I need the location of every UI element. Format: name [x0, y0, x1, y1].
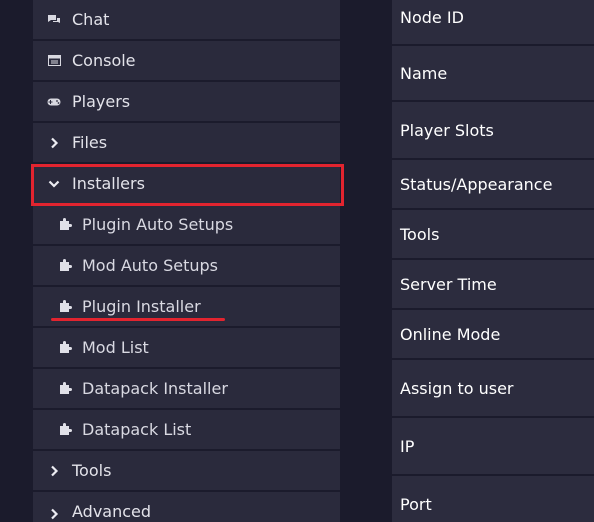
puzzle-icon: [58, 300, 72, 314]
chat-icon: [47, 13, 61, 27]
table-row: Name: [392, 46, 594, 100]
sidebar-item-chat[interactable]: Chat: [33, 0, 340, 39]
row-label-ip: IP: [400, 436, 415, 456]
sidebar-item-label: Datapack List: [82, 420, 192, 439]
table-row: Tools: [392, 210, 594, 258]
sidebar-item-datapack-list[interactable]: Datapack List: [33, 410, 340, 449]
console-icon: [47, 54, 61, 68]
sidebar-item-label: Files: [72, 133, 108, 152]
sidebar-item-tools[interactable]: Tools: [33, 451, 340, 490]
highlight-underline: [51, 318, 225, 321]
sidebar-item-label: Mod List: [82, 338, 149, 357]
row-label-assign-to-user: Assign to user: [400, 378, 514, 398]
sidebar-item-label: Installers: [72, 174, 145, 193]
table-row: Node ID: [392, 0, 594, 44]
puzzle-icon: [58, 259, 72, 273]
sidebar-item-label: Mod Auto Setups: [82, 256, 218, 275]
puzzle-icon: [58, 382, 72, 396]
sidebar-item-console[interactable]: Console: [33, 41, 340, 80]
row-label-port: Port: [400, 495, 432, 514]
sidebar-item-label: Console: [72, 51, 136, 70]
sidebar-item-label: Tools: [72, 461, 112, 480]
chevron-right-icon: [47, 507, 61, 521]
row-label-name: Name: [400, 63, 448, 83]
sidebar-item-label: Advanced: [72, 502, 152, 521]
table-row: Assign to user: [392, 360, 594, 416]
table-row: Online Mode: [392, 310, 594, 358]
chevron-right-icon: [47, 464, 61, 478]
sidebar-item-advanced[interactable]: Advanced: [33, 492, 340, 522]
sidebar-item-installers[interactable]: Installers: [33, 164, 340, 203]
sidebar-item-mod-list[interactable]: Mod List: [33, 328, 340, 367]
sidebar-item-label: Chat: [72, 10, 110, 29]
row-label-server-time: Server Time: [400, 274, 497, 294]
puzzle-icon: [58, 341, 72, 355]
row-label-status-appearance: Status/Appearance: [400, 174, 553, 194]
table-row: Port: [392, 476, 594, 522]
puzzle-icon: [58, 423, 72, 437]
sidebar-item-players[interactable]: Players: [33, 82, 340, 121]
sidebar-item-label: Datapack Installer: [82, 379, 228, 398]
sidebar-item-files[interactable]: Files: [33, 123, 340, 162]
sidebar-item-label: Plugin Installer: [82, 297, 201, 316]
sidebar-item-mod-auto-setups[interactable]: Mod Auto Setups: [33, 246, 340, 285]
table-row: Status/Appearance: [392, 160, 594, 208]
puzzle-icon: [58, 218, 72, 232]
sidebar-item-datapack-installer[interactable]: Datapack Installer: [33, 369, 340, 408]
chevron-right-icon: [47, 136, 61, 150]
gamepad-icon: [47, 95, 61, 109]
row-label-node-id: Node ID: [400, 8, 464, 27]
row-label-tools: Tools: [400, 224, 440, 244]
table-row: Server Time: [392, 260, 594, 308]
chevron-down-icon: [47, 177, 61, 191]
sidebar-item-label: Plugin Auto Setups: [82, 215, 234, 234]
table-row: IP: [392, 418, 594, 474]
row-label-player-slots: Player Slots: [400, 120, 494, 140]
sidebar-item-plugin-auto-setups[interactable]: Plugin Auto Setups: [33, 205, 340, 244]
table-row: Player Slots: [392, 102, 594, 158]
sidebar-item-label: Players: [72, 92, 131, 111]
row-label-online-mode: Online Mode: [400, 324, 501, 344]
